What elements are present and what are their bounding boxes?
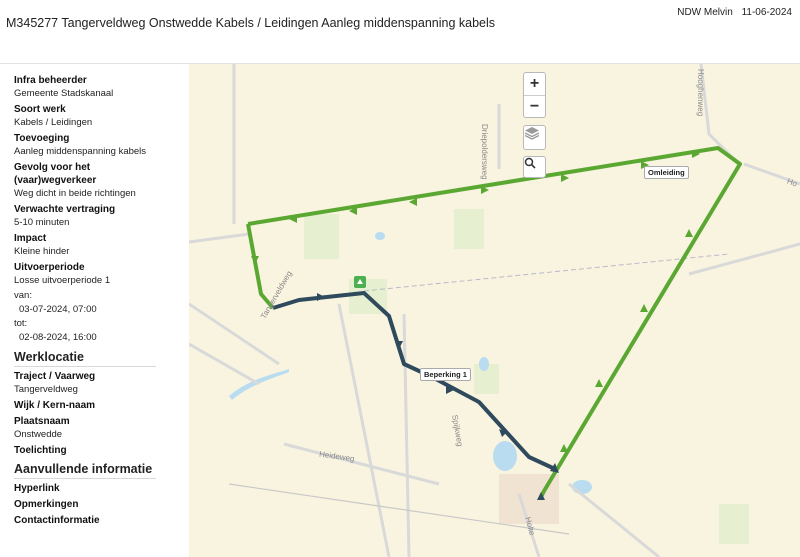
toelichting-label: Toelichting — [14, 445, 67, 456]
soort-label: Soort werk — [14, 104, 66, 115]
roads-layer — [189, 64, 800, 557]
road — [337, 303, 391, 557]
road — [568, 482, 660, 557]
detour-arrow — [640, 304, 648, 312]
van-label: van: — [14, 290, 32, 301]
parcel — [304, 214, 339, 259]
road — [283, 442, 440, 486]
page-header: M345277 Tangerveldweg Onstwedde Kabels /… — [0, 0, 800, 64]
toevoeging-value: Aanleg middenspanning kabels — [14, 146, 147, 157]
traject-value: Tangerveldweg — [14, 384, 78, 395]
periode-label: Uitvoerperiode — [14, 262, 85, 273]
date-label: 11-06-2024 — [741, 7, 792, 18]
impact-value: Kleine hinder — [14, 246, 70, 257]
water — [493, 441, 517, 471]
wijk-label: Wijk / Kern-naam — [14, 400, 96, 411]
restriction-arrow — [317, 293, 325, 301]
source-label: NDW Melvin — [677, 7, 733, 18]
road — [189, 342, 260, 386]
search-button[interactable] — [523, 156, 546, 178]
tot-label: tot: — [14, 318, 28, 329]
restriction-route[interactable] — [272, 291, 556, 471]
detour-arrow — [251, 256, 259, 264]
traject-label: Traject / Vaarweg — [14, 371, 96, 382]
detour-tag[interactable]: Omleiding — [644, 166, 689, 179]
layers-button[interactable] — [523, 125, 546, 150]
van-value: 03-07-2024, 07:00 — [19, 304, 97, 315]
map-canvas[interactable] — [189, 64, 800, 557]
detour-arrow — [561, 174, 569, 182]
header-meta: NDW Melvin 11-06-2024 — [671, 7, 792, 18]
hyperlink-label: Hyperlink — [14, 483, 60, 494]
road — [189, 232, 250, 244]
periode-value: Losse uitvoerperiode 1 — [14, 275, 111, 286]
tot-value: 02-08-2024, 16:00 — [19, 332, 97, 343]
contact-label: Contactinformatie — [14, 515, 100, 526]
vertraging-value: 5-10 minuten — [14, 217, 70, 228]
zoom-in-button[interactable]: + — [524, 73, 545, 95]
plaats-label: Plaatsnaam — [14, 416, 70, 427]
zoom-control: + − — [523, 72, 546, 118]
page-title: M345277 Tangerveldweg Onstwedde Kabels /… — [6, 16, 496, 30]
opmerkingen-label: Opmerkingen — [14, 499, 79, 510]
parcel — [719, 504, 749, 544]
road — [688, 242, 800, 276]
zoom-out-button[interactable]: − — [524, 95, 545, 118]
magnifier-icon — [524, 157, 536, 169]
plaats-value: Onstwedde — [14, 429, 63, 440]
road-label: Hooghenweg — [696, 69, 705, 117]
details-sidebar: Infra beheerder Gemeente Stadskanaal Soo… — [0, 64, 188, 557]
detour-arrow — [595, 379, 603, 387]
gevolg-label-1: Gevolg voor het — [14, 162, 91, 173]
detour-arrows — [251, 150, 700, 452]
vertraging-label: Verwachte vertraging — [14, 204, 116, 215]
road — [402, 313, 411, 557]
layers-icon — [524, 127, 540, 140]
gevolg-value: Weg dicht in beide richtingen — [14, 188, 136, 199]
water — [479, 357, 489, 371]
infra-label: Infra beheerder — [14, 75, 87, 86]
toevoeging-label: Toevoeging — [14, 133, 70, 144]
road — [699, 64, 736, 161]
gevolg-label-2: (vaar)wegverkeer — [14, 175, 97, 186]
detour-route[interactable] — [246, 223, 275, 310]
detour-arrow — [560, 444, 568, 452]
parcel — [454, 209, 484, 249]
aanvullend-heading: Aanvullende informatie — [14, 461, 156, 479]
detour-route[interactable] — [247, 146, 742, 498]
road-label: Driepoldersweg — [480, 124, 489, 180]
map-view[interactable]: Driepoldersweg Heideweg Spijkweg Tangerv… — [189, 64, 800, 557]
water — [375, 232, 385, 240]
restriction-tag[interactable]: Beperking 1 — [420, 368, 471, 381]
impact-label: Impact — [14, 233, 47, 244]
werklocatie-heading: Werklocatie — [14, 349, 156, 367]
detour-arrow — [685, 229, 693, 237]
infra-value: Gemeente Stadskanaal — [14, 88, 114, 99]
soort-value: Kabels / Leidingen — [14, 117, 93, 128]
